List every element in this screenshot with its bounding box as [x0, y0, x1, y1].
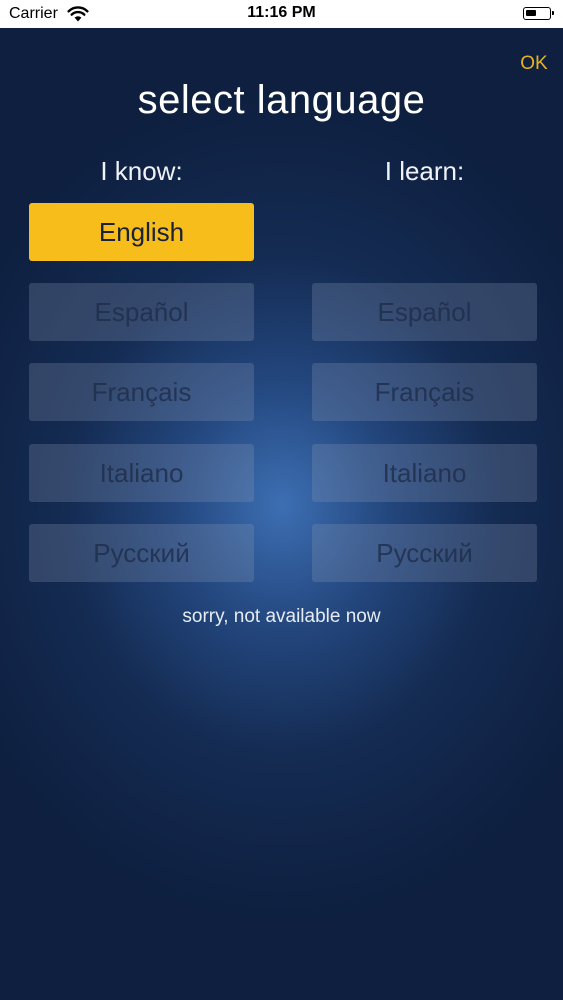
status-bar: Carrier 11:16 PM [0, 0, 563, 28]
know-lang-english-button[interactable]: English [29, 203, 254, 261]
unavailable-notice: sorry, not available now [182, 606, 381, 627]
language-select-screen: Carrier 11:16 PM OK select language I kn… [0, 0, 563, 1000]
status-time: 11:16 PM [247, 4, 316, 21]
i-learn-heading: I learn: [384, 156, 465, 186]
know-lang-italiano-button[interactable]: Italiano [29, 444, 254, 502]
page-title: select language [137, 78, 426, 122]
i-know-heading: I know: [100, 156, 183, 186]
ok-button[interactable]: OK [514, 50, 554, 78]
know-lang-francais-button[interactable]: Français [29, 363, 254, 421]
learn-lang-francais-button[interactable]: Français [312, 363, 537, 421]
know-lang-espanol-button[interactable]: Español [29, 283, 254, 341]
learn-lang-italiano-button[interactable]: Italiano [312, 444, 537, 502]
learn-lang-russian-button[interactable]: Русский [312, 524, 537, 582]
learn-lang-espanol-button[interactable]: Español [312, 283, 537, 341]
battery-icon [523, 7, 554, 20]
know-lang-russian-button[interactable]: Русский [29, 524, 254, 582]
